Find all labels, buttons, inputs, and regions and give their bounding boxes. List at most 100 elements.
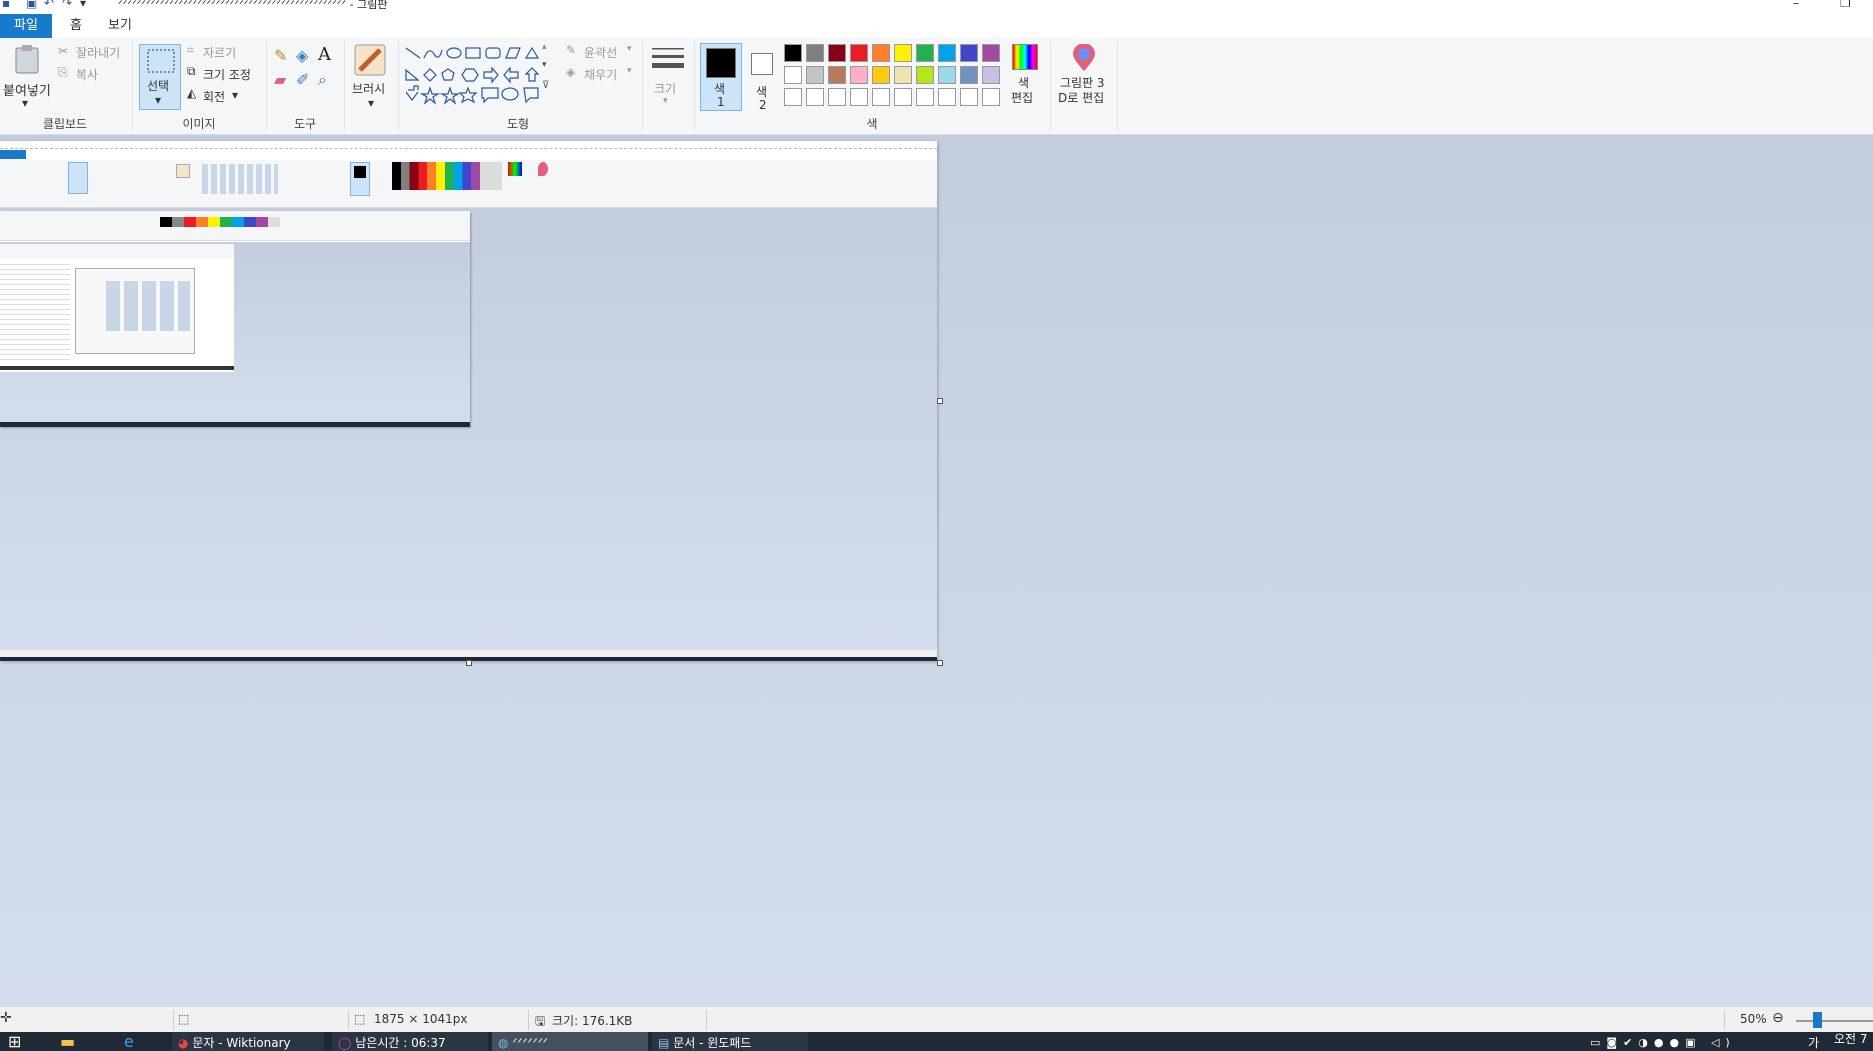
redo-icon[interactable]: ↷ — [62, 0, 72, 10]
palette-swatch[interactable] — [872, 66, 890, 84]
nested-shapes-gallery — [202, 164, 278, 194]
zoom-level: 50% — [1740, 1012, 1767, 1026]
fill-dropdown-icon[interactable]: ▾ — [627, 66, 632, 76]
brushes-label[interactable]: 브러시 — [352, 80, 385, 97]
paste-dropdown-icon[interactable]: ▾ — [22, 96, 28, 110]
system-tray-icons[interactable]: ▭◙✔◑●●▣ ◁) — [1590, 1032, 1790, 1051]
custom-color-slot[interactable] — [850, 88, 868, 106]
taskbar-timer[interactable]: ◯ 남은시간 : 06:37 — [332, 1032, 488, 1051]
palette-swatch[interactable] — [828, 44, 846, 62]
palette-swatch[interactable] — [982, 44, 1000, 62]
resize-button[interactable]: 크기 조정 — [203, 66, 251, 83]
outline-dropdown-icon[interactable]: ▾ — [627, 44, 632, 54]
size-button[interactable]: 크기 ▾ — [650, 44, 686, 106]
image-dimensions: 1875 × 1041px — [374, 1012, 468, 1026]
taskbar: ⊞ ▬ e ◕ 문자 - Wiktionary ◯ 남은시간 : 06:37 ◍… — [0, 1032, 1873, 1051]
resize-handle-bottom[interactable] — [466, 660, 472, 666]
taskbar-paint[interactable]: ◍ ᐟᐟᐟᐟᐟᐟᐟ — [492, 1032, 648, 1051]
restore-icon[interactable]: ❐ — [1840, 0, 1851, 10]
crop-button[interactable]: 자르기 — [203, 44, 236, 61]
color2-button[interactable]: 색 2 — [746, 43, 778, 112]
eraser-icon[interactable]: ▰ — [274, 70, 286, 89]
color1-button[interactable]: 색 1 — [700, 43, 742, 111]
notepad-icon: ▤ — [658, 1036, 670, 1050]
canvas-image[interactable] — [0, 141, 937, 661]
taskbar-chrome[interactable]: ◕ 문자 - Wiktionary — [172, 1032, 324, 1051]
input-language[interactable]: 가 — [1808, 1032, 1828, 1051]
palette-swatch[interactable] — [850, 44, 868, 62]
custom-color-slot[interactable] — [806, 88, 824, 106]
size-dropdown-icon: ▾ — [663, 96, 668, 106]
zoom-slider[interactable] — [1796, 1020, 1873, 1022]
palette-swatch[interactable] — [828, 66, 846, 84]
palette-swatch[interactable] — [872, 44, 890, 62]
custom-color-slot[interactable] — [894, 88, 912, 106]
tab-file[interactable]: 파일 — [0, 14, 52, 38]
magnifier-icon[interactable]: ⌕ — [318, 70, 327, 90]
resize-handle-corner[interactable] — [937, 660, 943, 666]
minimize-icon[interactable]: – — [1793, 0, 1799, 10]
tab-home[interactable]: 홈 — [60, 14, 92, 38]
palette-swatch[interactable] — [850, 66, 868, 84]
fill-button[interactable]: 채우기 — [584, 66, 617, 83]
palette-swatch[interactable] — [784, 66, 802, 84]
select-button[interactable]: 선택 ▾ — [139, 44, 181, 110]
palette-swatch[interactable] — [960, 44, 978, 62]
group-divider — [398, 42, 399, 130]
palette-swatch[interactable] — [938, 66, 956, 84]
custom-color-slot[interactable] — [784, 88, 802, 106]
size-label: 크기 — [654, 82, 677, 96]
copy-button[interactable]: 복사 — [76, 66, 98, 83]
fill-icon: ◈ — [566, 65, 576, 79]
shapes-expand-icon[interactable]: ⊽ — [542, 80, 549, 91]
palette-swatch[interactable] — [938, 44, 956, 62]
canvas-area[interactable] — [0, 135, 1873, 1006]
text-tool-icon[interactable]: A — [318, 44, 331, 65]
undo-icon[interactable]: ↶ — [44, 0, 54, 10]
custom-color-slot[interactable] — [828, 88, 846, 106]
tab-view[interactable]: 보기 — [98, 14, 142, 38]
nested-ribbon — [0, 160, 937, 208]
custom-color-slot[interactable] — [960, 88, 978, 106]
brushes-dropdown-icon[interactable]: ▾ — [368, 96, 374, 110]
group-divider — [1117, 42, 1118, 130]
palette-swatch[interactable] — [894, 66, 912, 84]
resize-handle-right[interactable] — [937, 398, 943, 404]
palette-swatch[interactable] — [894, 44, 912, 62]
outline-button[interactable]: 윤곽선 — [584, 44, 617, 61]
color1-swatch — [706, 48, 736, 78]
customize-quick-access-icon[interactable]: ▾ — [80, 0, 86, 10]
start-windows-icon[interactable]: ⊞ — [8, 1032, 36, 1051]
shapes-scroll-down-icon[interactable]: ▾ — [542, 60, 547, 70]
save-icon[interactable]: ▣ — [26, 0, 37, 10]
color-picker-icon[interactable]: ✐ — [296, 70, 309, 89]
zoom-slider-thumb[interactable] — [1813, 1012, 1822, 1028]
palette-swatch[interactable] — [916, 44, 934, 62]
edit-colors-button[interactable]: 색 편집 — [1008, 44, 1040, 112]
taskbar-notepad[interactable]: ▤ 문서 - 윈도패드 — [652, 1032, 808, 1051]
custom-color-slot[interactable] — [982, 88, 1000, 106]
palette-swatch[interactable] — [960, 66, 978, 84]
fill-bucket-icon[interactable]: ◈ — [296, 46, 308, 65]
rotate-dropdown-icon[interactable]: ▾ — [232, 88, 238, 102]
clock[interactable]: 오전 7 — [1834, 1032, 1873, 1051]
palette-swatch[interactable] — [784, 44, 802, 62]
file-explorer-icon[interactable]: ▬ — [60, 1032, 94, 1051]
custom-color-slot[interactable] — [916, 88, 934, 106]
shapes-gallery[interactable] — [404, 46, 554, 106]
edit-with-paint3d-button[interactable]: 그림판 3 D로 편집 — [1054, 44, 1114, 114]
custom-color-slot[interactable] — [938, 88, 956, 106]
brushes-button[interactable] — [350, 44, 392, 78]
palette-swatch[interactable] — [916, 66, 934, 84]
palette-swatch[interactable] — [806, 44, 824, 62]
palette-swatch[interactable] — [806, 66, 824, 84]
rotate-button[interactable]: 회전 — [203, 88, 225, 105]
shapes-scroll-up-icon[interactable]: ▴ — [542, 42, 547, 52]
internet-explorer-icon[interactable]: e — [124, 1032, 158, 1051]
custom-color-slot[interactable] — [872, 88, 890, 106]
palette-swatch[interactable] — [982, 66, 1000, 84]
group-divider — [694, 42, 695, 130]
zoom-out-icon[interactable]: ⊖ — [1772, 1010, 1784, 1026]
cut-button[interactable]: 잘라내기 — [76, 44, 120, 61]
pencil-icon[interactable]: ✎ — [274, 46, 287, 65]
